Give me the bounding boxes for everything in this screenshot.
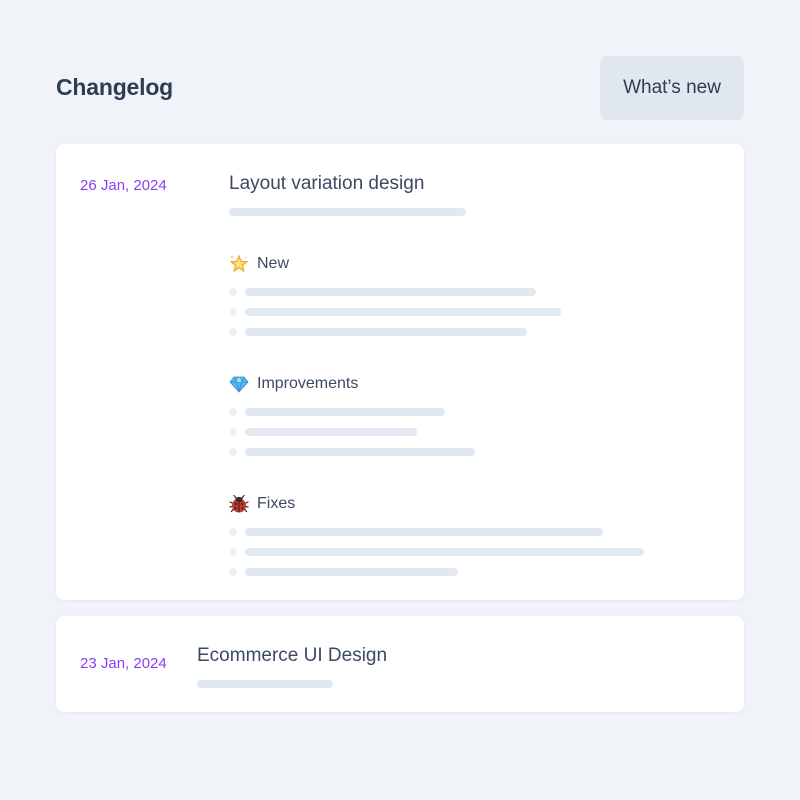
list-item-placeholder-bar bbox=[245, 548, 644, 556]
list-item-placeholder-bar bbox=[245, 448, 475, 456]
list-item-placeholder-bar bbox=[245, 408, 445, 416]
entry-date: 23 Jan, 2024 bbox=[80, 655, 167, 672]
list-bullet bbox=[229, 448, 237, 456]
summary-placeholder-bar bbox=[229, 208, 466, 216]
star-icon bbox=[229, 254, 249, 274]
section-label: New bbox=[257, 255, 290, 272]
entry-title: Ecommerce UI Design bbox=[197, 645, 388, 666]
list-bullet bbox=[229, 428, 237, 436]
list-item-placeholder-bar bbox=[245, 528, 603, 536]
summary-placeholder-bar bbox=[197, 680, 333, 688]
list-bullet bbox=[229, 528, 237, 536]
section-label: Fixes bbox=[257, 495, 296, 512]
list-item-placeholder-bar bbox=[245, 308, 561, 316]
list-bullet bbox=[229, 328, 237, 336]
changelog-page: Changelog What’s new 26 Jan, 2024 Layout… bbox=[0, 0, 800, 800]
list-bullet bbox=[229, 408, 237, 416]
whats-new-button[interactable]: What’s new bbox=[600, 56, 744, 120]
list-item-placeholder-bar bbox=[245, 328, 527, 336]
list-item-placeholder-bar bbox=[245, 428, 417, 436]
page-title: Changelog bbox=[56, 74, 174, 100]
entry-title: Layout variation design bbox=[229, 173, 425, 194]
section-fixes-header: Fixes bbox=[229, 493, 295, 515]
section-improvements-header: Improvements bbox=[229, 373, 358, 395]
list-bullet bbox=[229, 568, 237, 576]
changelog-entry-card[interactable]: 26 Jan, 2024 Layout variation design New bbox=[56, 144, 744, 600]
ladybug-icon bbox=[229, 494, 249, 514]
list-item-placeholder-bar bbox=[245, 568, 458, 576]
list-bullet bbox=[229, 308, 237, 316]
list-bullet bbox=[229, 548, 237, 556]
section-new-header: New bbox=[229, 253, 289, 275]
entry-date: 26 Jan, 2024 bbox=[80, 177, 167, 194]
gem-icon bbox=[229, 374, 249, 394]
changelog-entry-card[interactable]: 23 Jan, 2024 Ecommerce UI Design bbox=[56, 616, 744, 712]
list-item-placeholder-bar bbox=[245, 288, 536, 296]
list-bullet bbox=[229, 288, 237, 296]
section-label: Improvements bbox=[257, 375, 359, 392]
